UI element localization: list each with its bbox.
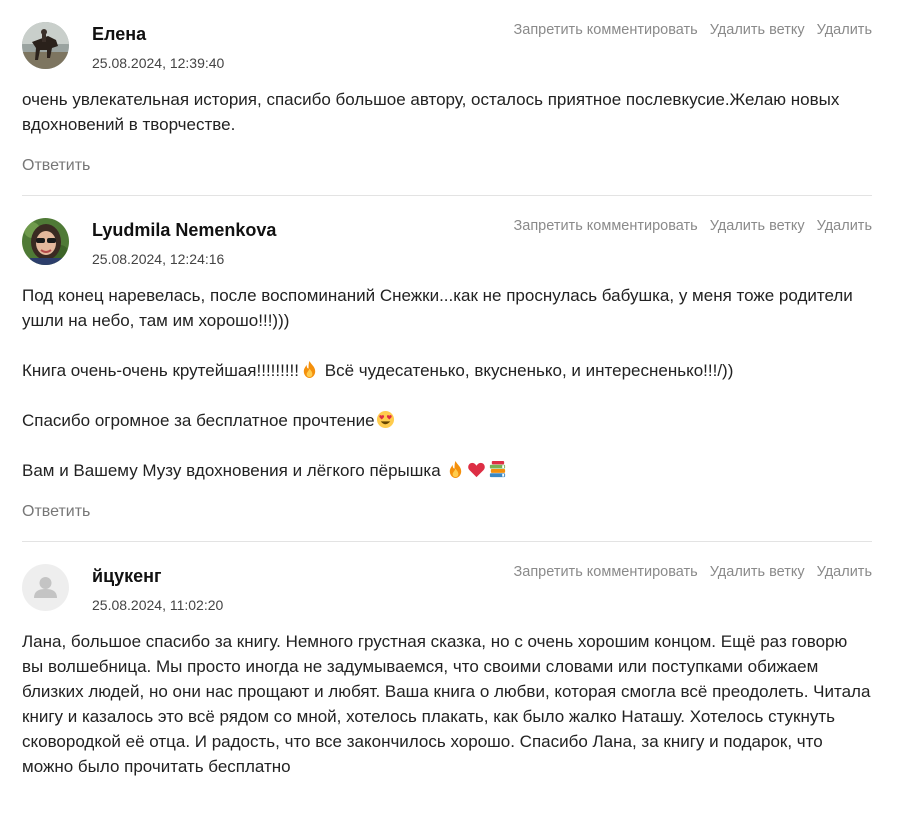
comment-actions: Запретить комментировать Удалить ветку У… — [514, 218, 873, 234]
comment-actions: Запретить комментировать Удалить ветку У… — [514, 22, 873, 38]
comment-text-segment: Книга очень-очень крутейшая!!!!!!!!! — [22, 361, 300, 380]
comment-header: Елена 25.08.2024, 12:39:40 Запретить ком… — [22, 0, 872, 76]
comment: Lyudmila Nemenkova 25.08.2024, 12:24:16 … — [22, 196, 872, 542]
ban-commenting-link[interactable]: Запретить комментировать — [514, 22, 698, 38]
delete-thread-link[interactable]: Удалить ветку — [710, 564, 805, 580]
heart-eyes-emoji-icon — [376, 410, 394, 429]
comment-text: Лана, большое спасибо за книгу. Немного … — [22, 618, 872, 779]
comment-paragraph: Книга очень-очень крутейшая!!!!!!!!! Всё… — [22, 358, 872, 383]
avatar[interactable] — [22, 22, 69, 69]
comment-paragraph: Под конец наревелась, после воспоминаний… — [22, 286, 853, 330]
comment-text: Под конец наревелась, после воспоминаний… — [22, 272, 872, 483]
avatar[interactable] — [22, 564, 69, 611]
comment-text: очень увлекательная история, спасибо бол… — [22, 76, 872, 137]
ban-commenting-link[interactable]: Запретить комментировать — [514, 564, 698, 580]
reply-link[interactable]: Ответить — [22, 157, 90, 175]
delete-thread-link[interactable]: Удалить ветку — [710, 22, 805, 38]
avatar-photo-horse — [22, 22, 69, 69]
comment-date: 25.08.2024, 11:02:20 — [92, 597, 224, 613]
fire-emoji-icon — [450, 460, 462, 479]
comment-actions: Запретить комментировать Удалить ветку У… — [514, 564, 873, 580]
reply-link[interactable]: Ответить — [22, 503, 90, 521]
comment: йцукенг 25.08.2024, 11:02:20 Запретить к… — [22, 542, 872, 779]
comment-paragraph: Спасибо огромное за бесплатное прочтение — [22, 408, 872, 433]
author-name[interactable]: Lyudmila Nemenkova — [92, 220, 276, 241]
delete-thread-link[interactable]: Удалить ветку — [710, 218, 805, 234]
comment-header: йцукенг 25.08.2024, 11:02:20 Запретить к… — [22, 542, 872, 618]
comment-header: Lyudmila Nemenkova 25.08.2024, 12:24:16 … — [22, 196, 872, 272]
default-user-avatar-icon — [22, 564, 69, 611]
comments-list: Елена 25.08.2024, 12:39:40 Запретить ком… — [22, 0, 872, 779]
author-name[interactable]: Елена — [92, 24, 146, 45]
delete-link[interactable]: Удалить — [817, 22, 872, 38]
comment-paragraph: Вам и Вашему Музу вдохновения и лёгкого … — [22, 458, 872, 483]
delete-link[interactable]: Удалить — [817, 218, 872, 234]
comment-text-segment: Всё чудесатенько, вкусненько, и интересн… — [320, 361, 734, 380]
avatar[interactable] — [22, 218, 69, 265]
comment: Елена 25.08.2024, 12:39:40 Запретить ком… — [22, 0, 872, 196]
ban-commenting-link[interactable]: Запретить комментировать — [514, 218, 698, 234]
comment-paragraph: очень увлекательная история, спасибо бол… — [22, 90, 840, 134]
comment-text-segment: Спасибо огромное за бесплатное прочтение — [22, 411, 375, 430]
delete-link[interactable]: Удалить — [817, 564, 872, 580]
avatar-photo-woman — [22, 218, 69, 265]
comment-date: 25.08.2024, 12:24:16 — [92, 251, 225, 267]
comment-text-segment: Вам и Вашему Музу вдохновения и лёгкого … — [22, 461, 446, 480]
red-heart-emoji-icon — [468, 462, 486, 478]
fire-emoji-icon — [303, 360, 316, 379]
comment-paragraph: Лана, большое спасибо за книгу. Немного … — [22, 632, 871, 776]
books-emoji-icon — [490, 460, 506, 478]
author-name[interactable]: йцукенг — [92, 566, 162, 587]
comment-date: 25.08.2024, 12:39:40 — [92, 55, 225, 71]
